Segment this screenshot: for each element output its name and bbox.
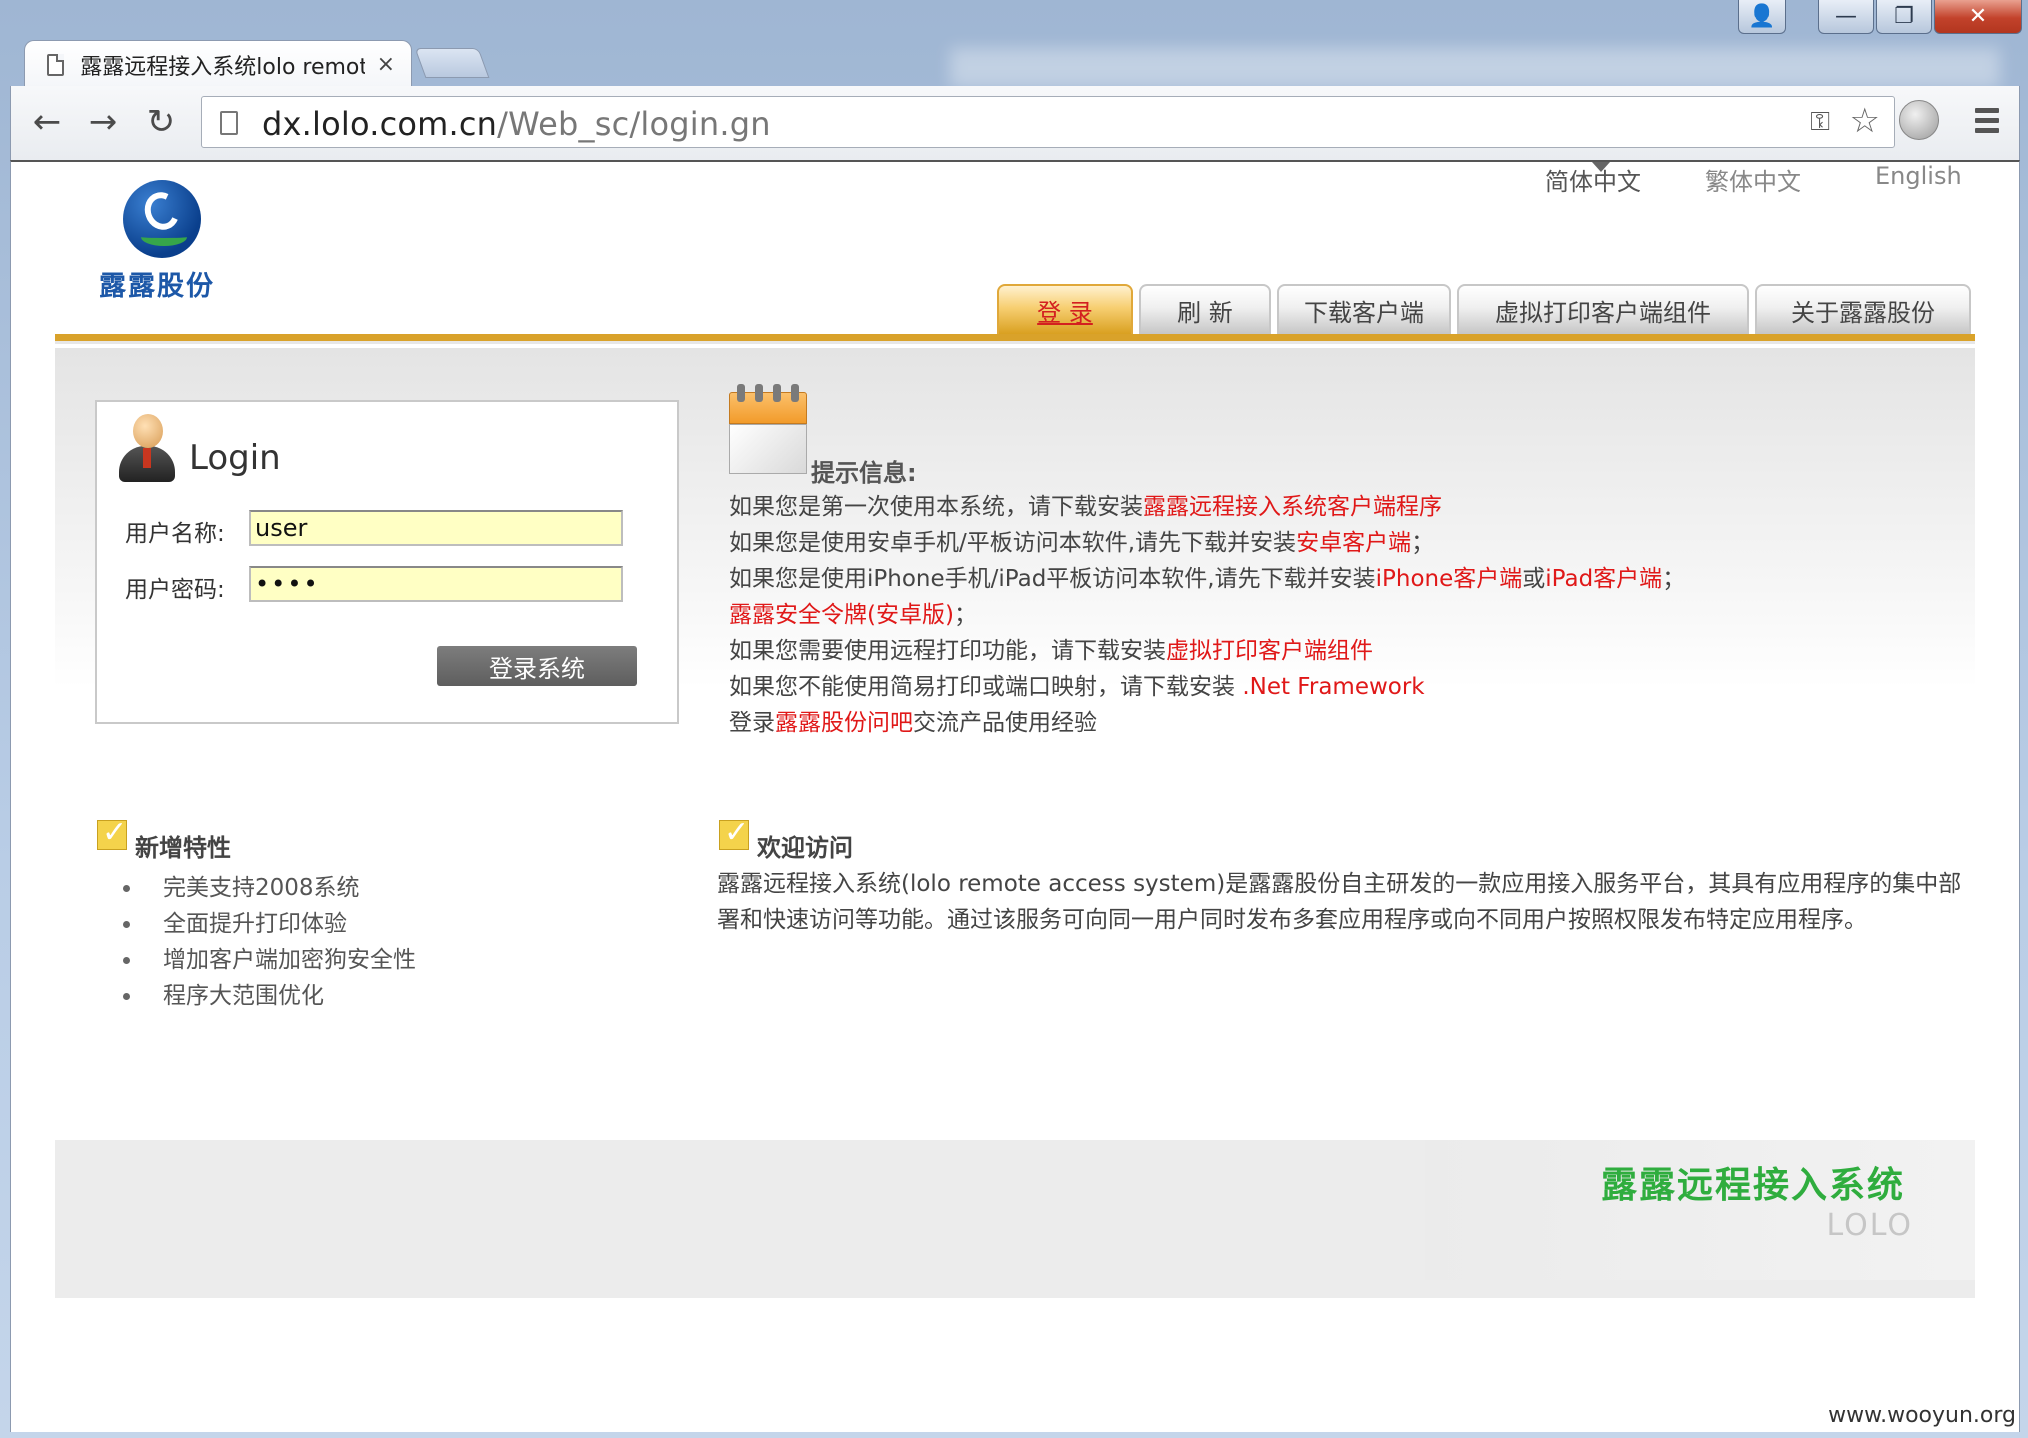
password-input[interactable]: ••••: [249, 566, 623, 602]
page-icon: [220, 111, 238, 135]
company-logo[interactable]: 露露股份: [93, 180, 233, 302]
tip-text: ；: [953, 602, 977, 628]
logo-text: 露露股份: [99, 271, 215, 302]
key-icon[interactable]: ⚿: [1810, 107, 1830, 138]
globe-icon[interactable]: [1899, 100, 1939, 140]
nav-tab-login[interactable]: 登 录: [997, 284, 1133, 334]
page-viewport: 露露股份 简体中文 繁体中文 English 登 录 刷 新 下载客户端 虚拟打…: [10, 160, 2020, 1432]
maximize-button[interactable]: ❐: [1876, 0, 1932, 34]
star-icon[interactable]: ☆: [1850, 101, 1880, 141]
tip-line: 如果您是使用安卓手机/平板访问本软件,请先下载并安装安卓客户端；: [729, 525, 1929, 561]
features-list: 完美支持2008系统 全面提升打印体验 增加客户端加密狗安全性 程序大范围优化: [123, 870, 416, 1014]
login-submit-button[interactable]: 登录系统: [437, 646, 637, 686]
android-client-link[interactable]: 安卓客户端: [1296, 530, 1411, 556]
tip-text: 如果您是第一次使用本系统，请下载安装: [729, 494, 1143, 520]
lang-traditional-chinese[interactable]: 繁体中文: [1705, 162, 1801, 197]
ipad-client-link[interactable]: iPad客户端: [1545, 566, 1662, 592]
calendar-icon: [729, 384, 807, 476]
nav-underline-shadow: [55, 341, 1975, 344]
welcome-heading: 欢迎访问: [757, 834, 853, 862]
virtual-print-link[interactable]: 虚拟打印客户端组件: [1166, 638, 1373, 664]
tip-text: 登录: [729, 710, 775, 736]
window-controls: 👤 — ❐ ✕: [1738, 0, 2022, 36]
list-item: 完美支持2008系统: [123, 870, 416, 906]
url-path: /Web_sc/login.gn: [497, 105, 771, 143]
lang-english[interactable]: English: [1875, 162, 1962, 190]
minimize-button[interactable]: —: [1818, 0, 1874, 34]
user-profile-icon[interactable]: 👤: [1738, 0, 1786, 34]
tip-line: 如果您是使用iPhone手机/iPad平板访问本软件,请先下载并安装iPhone…: [729, 561, 1929, 597]
tip-text: 或: [1522, 566, 1546, 592]
tip-text: ；: [1411, 530, 1435, 556]
page-icon: [47, 53, 65, 76]
lang-simplified-chinese[interactable]: 简体中文: [1545, 162, 1641, 197]
nav-tab-virtual-print[interactable]: 虚拟打印客户端组件: [1457, 284, 1749, 334]
url-text[interactable]: dx.lolo.com.cn/Web_sc/login.gn: [262, 105, 771, 143]
forum-link[interactable]: 露露股份问吧: [775, 710, 913, 736]
tips-list: 如果您是第一次使用本系统，请下载安装露露远程接入系统客户端程序 如果您是使用安卓…: [729, 489, 1929, 741]
security-token-link[interactable]: 露露安全令牌(安卓版): [729, 602, 954, 628]
nav-tab-about[interactable]: 关于露露股份: [1755, 284, 1971, 334]
features-heading: 新增特性: [135, 834, 231, 862]
tip-text: 交流产品使用经验: [913, 710, 1097, 736]
tip-line: 露露安全令牌(安卓版)；: [729, 597, 1929, 633]
nav-tab-refresh[interactable]: 刷 新: [1139, 284, 1271, 334]
tip-line: 如果您需要使用远程打印功能，请下载安装虚拟打印客户端组件: [729, 633, 1929, 669]
login-title: Login: [189, 438, 281, 478]
menu-icon[interactable]: [1967, 100, 2007, 140]
close-window-button[interactable]: ✕: [1934, 0, 2022, 34]
user-avatar-icon: [117, 414, 177, 486]
reload-icon[interactable]: ↻: [141, 102, 181, 142]
checkbox-icon: [719, 815, 749, 850]
forward-arrow-icon[interactable]: →: [83, 102, 123, 142]
nav-underline: [55, 334, 1975, 341]
nav-tab-download-client[interactable]: 下载客户端: [1277, 284, 1451, 334]
footer-brand: 露露远程接入系统 LOLO: [1425, 1140, 1975, 1280]
username-label: 用户名称:: [125, 521, 225, 547]
tip-line: 如果您是第一次使用本系统，请下载安装露露远程接入系统客户端程序: [729, 489, 1929, 525]
list-item: 程序大范围优化: [123, 978, 416, 1014]
password-label: 用户密码:: [125, 577, 225, 603]
tip-text: 如果您是使用安卓手机/平板访问本软件,请先下载并安装: [729, 530, 1297, 556]
back-arrow-icon[interactable]: ←: [27, 102, 67, 142]
logo-mark-icon: [123, 180, 201, 258]
tip-text: 如果您需要使用远程打印功能，请下载安装: [729, 638, 1166, 664]
tab-title: 露露远程接入系统lolo remote: [80, 54, 365, 80]
list-item: 全面提升打印体验: [123, 906, 416, 942]
login-panel: Login 用户名称: user 用户密码: •••• 登录系统: [95, 400, 679, 724]
address-bar[interactable]: dx.lolo.com.cn/Web_sc/login.gn ⚿ ☆: [201, 96, 1895, 148]
tips-heading: 提示信息:: [811, 459, 917, 487]
dotnet-framework-link[interactable]: .Net Framework: [1242, 674, 1424, 700]
new-tab-button[interactable]: [414, 48, 490, 78]
tip-text: 如果您是使用iPhone手机/iPad平板访问本软件,请先下载并安装: [729, 566, 1376, 592]
tab-strip: 露露远程接入系统lolo remote ×: [0, 36, 2028, 88]
welcome-body: 露露远程接入系统(lolo remote access system)是露露股份…: [717, 871, 1962, 933]
tip-line: 如果您不能使用简易打印或端口映射，请下载安装 .Net Framework: [729, 669, 1929, 705]
browser-toolbar: ← → ↻ dx.lolo.com.cn/Web_sc/login.gn ⚿ ☆: [10, 86, 2020, 160]
username-input[interactable]: user: [249, 510, 623, 546]
checkbox-icon: [97, 815, 127, 850]
browser-tab-active[interactable]: 露露远程接入系统lolo remote ×: [24, 40, 412, 88]
close-tab-icon[interactable]: ×: [377, 52, 395, 77]
footer-title: 露露远程接入系统: [1600, 1165, 1905, 1206]
footer-subtitle: LOLO: [1826, 1208, 1913, 1243]
tip-text: 如果您不能使用简易打印或端口映射，请下载安装: [729, 674, 1243, 700]
tip-line: 登录露露股份问吧交流产品使用经验: [729, 705, 1929, 741]
iphone-client-link[interactable]: iPhone客户端: [1376, 566, 1523, 592]
list-item: 增加客户端加密狗安全性: [123, 942, 416, 978]
download-client-link[interactable]: 露露远程接入系统客户端程序: [1143, 494, 1442, 520]
watermark: www.wooyun.org: [1828, 1403, 2016, 1428]
url-host: dx.lolo.com.cn: [262, 105, 498, 143]
tip-text: ；: [1662, 566, 1686, 592]
